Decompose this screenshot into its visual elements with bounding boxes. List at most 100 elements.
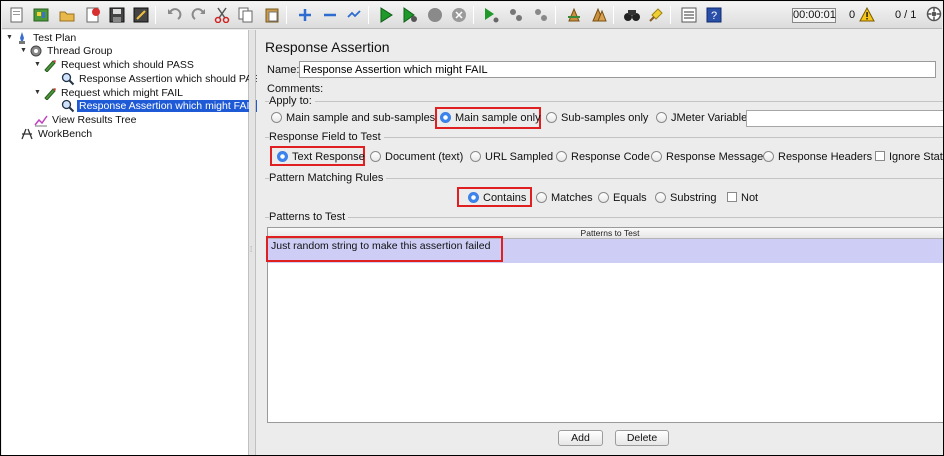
checkbox-not[interactable]: Not <box>727 191 758 205</box>
radio-main-only[interactable]: Main sample only <box>440 111 541 125</box>
radio-text-response[interactable]: Text Response <box>277 150 365 164</box>
shutdown-icon[interactable] <box>449 5 469 25</box>
stop-icon[interactable] <box>425 5 445 25</box>
radio-off-icon <box>763 151 774 162</box>
radio-matches[interactable]: Matches <box>536 191 593 205</box>
elapsed-timer: 00:00:01 <box>792 8 836 23</box>
clear-all-icon[interactable] <box>589 5 609 25</box>
checkbox-icon <box>875 151 885 161</box>
copy-icon[interactable] <box>236 5 256 25</box>
collapse-icon[interactable] <box>320 5 340 25</box>
radio-on-icon <box>468 192 479 203</box>
response-assertion-panel: Response Assertion Name: Comments: Apply… <box>257 30 943 455</box>
function-helper-icon[interactable] <box>679 5 699 25</box>
radio-url-sampled[interactable]: URL Sampled <box>470 150 553 164</box>
cut-icon[interactable] <box>212 5 232 25</box>
redo-icon[interactable] <box>189 5 209 25</box>
radio-main-and-sub[interactable]: Main sample and sub-samples <box>271 111 435 125</box>
tree-item-label: Thread Group <box>47 45 113 57</box>
tree-item-assertion-pass[interactable]: Response Assertion which should PASS <box>61 72 268 86</box>
radio-off-icon <box>598 192 609 203</box>
new-icon[interactable] <box>7 5 27 25</box>
delete-button[interactable]: Delete <box>615 430 669 446</box>
radio-label: JMeter Variable <box>671 112 748 124</box>
remote-start-icon[interactable] <box>481 5 501 25</box>
jmeter-window: ? 00:00:01 0 0 / 1 ▼ Test Plan ▼ Thread Gr… <box>0 0 944 456</box>
tree-item-label: WorkBench <box>38 128 93 140</box>
assertion-magnifier-icon <box>61 72 75 86</box>
tree-item-assertion-fail[interactable]: Response Assertion which might FAIL <box>61 99 258 113</box>
tree-item-label: Test Plan <box>33 32 77 44</box>
radio-response-message[interactable]: Response Message <box>651 150 763 164</box>
radio-label: Equals <box>613 192 647 204</box>
tree-item-label: View Results Tree <box>52 114 137 126</box>
undo-icon[interactable] <box>164 5 184 25</box>
search-icon[interactable] <box>622 5 642 25</box>
tree-item-label: Response Assertion which should PASS <box>79 73 267 85</box>
remote-stop-icon[interactable] <box>506 5 526 25</box>
name-field[interactable] <box>299 61 936 78</box>
split-pane-divider[interactable]: ⁞ <box>249 30 256 455</box>
radio-label: Contains <box>483 192 527 204</box>
radio-label: Document (text) <box>385 151 464 163</box>
checkbox-label: Not <box>741 192 759 204</box>
start-no-pauses-icon[interactable] <box>400 5 420 25</box>
test-plan-tree: ▼ Test Plan ▼ Thread Group ▼ Request which … <box>2 30 266 455</box>
splitter-grip-icon: ⁞ <box>250 245 253 254</box>
radio-off-icon <box>656 112 667 123</box>
test-plan-icon <box>15 31 29 45</box>
svg-text:?: ? <box>711 10 717 22</box>
radio-label: Matches <box>551 192 593 204</box>
clear-icon[interactable] <box>564 5 584 25</box>
expand-icon[interactable] <box>295 5 315 25</box>
close-file-icon[interactable] <box>83 5 103 25</box>
tree-item-request-pass[interactable]: ▼ Request which should PASS <box>34 58 196 73</box>
help-icon[interactable]: ? <box>704 5 724 25</box>
radio-response-headers[interactable]: Response Headers <box>763 150 872 164</box>
collapse-arrow-icon[interactable]: ▼ <box>20 44 29 58</box>
radio-substring[interactable]: Substring <box>655 191 716 205</box>
radio-jmeter-variable[interactable]: JMeter Variable <box>656 111 747 125</box>
templates-icon[interactable] <box>31 5 51 25</box>
paste-icon[interactable] <box>262 5 282 25</box>
tree-item-test-plan[interactable]: ▼ Test Plan <box>6 31 78 45</box>
warning-icon[interactable] <box>859 6 875 25</box>
checkbox-ignore-status[interactable]: Ignore Status <box>875 150 943 164</box>
radio-off-icon <box>655 192 666 203</box>
radio-sub-only[interactable]: Sub-samples only <box>546 111 648 125</box>
workbench-icon <box>20 127 34 141</box>
radio-equals[interactable]: Equals <box>598 191 647 205</box>
tree-item-view-results[interactable]: View Results Tree <box>34 113 138 127</box>
radio-response-code[interactable]: Response Code <box>556 150 650 164</box>
radio-on-icon <box>440 112 451 123</box>
radio-off-icon <box>546 112 557 123</box>
tree-item-request-fail[interactable]: ▼ Request which might FAIL <box>34 86 185 101</box>
radio-label: Substring <box>670 192 717 204</box>
tree-item-thread-group[interactable]: ▼ Thread Group <box>20 44 114 58</box>
radio-document[interactable]: Document (text) <box>370 150 463 164</box>
toolbar: ? 00:00:01 0 0 / 1 <box>2 2 942 29</box>
sampler-pencil-icon <box>43 86 57 101</box>
radio-label: Response Code <box>571 151 650 163</box>
collapse-arrow-icon[interactable]: ▼ <box>34 58 43 72</box>
collapse-arrow-icon[interactable]: ▼ <box>6 31 15 45</box>
reset-search-icon[interactable] <box>646 5 666 25</box>
tree-item-label: Request which might FAIL <box>61 87 183 99</box>
remote-shutdown-icon[interactable] <box>531 5 551 25</box>
assertion-magnifier-icon <box>61 99 75 113</box>
checkbox-icon <box>727 192 737 202</box>
open-icon[interactable] <box>57 5 77 25</box>
toggle-icon[interactable] <box>344 5 364 25</box>
tree-item-workbench[interactable]: WorkBench <box>20 127 94 141</box>
page-title: Response Assertion <box>265 39 390 55</box>
add-button[interactable]: Add <box>558 430 603 446</box>
start-icon[interactable] <box>376 5 396 25</box>
collapse-arrow-icon[interactable]: ▼ <box>34 86 43 100</box>
radio-label: Sub-samples only <box>561 112 649 124</box>
radio-off-icon <box>536 192 547 203</box>
radio-contains[interactable]: Contains <box>468 191 526 205</box>
jmeter-variable-field[interactable] <box>746 110 943 127</box>
save-icon[interactable] <box>107 5 127 25</box>
radio-off-icon <box>470 151 481 162</box>
save-as-icon[interactable] <box>131 5 151 25</box>
